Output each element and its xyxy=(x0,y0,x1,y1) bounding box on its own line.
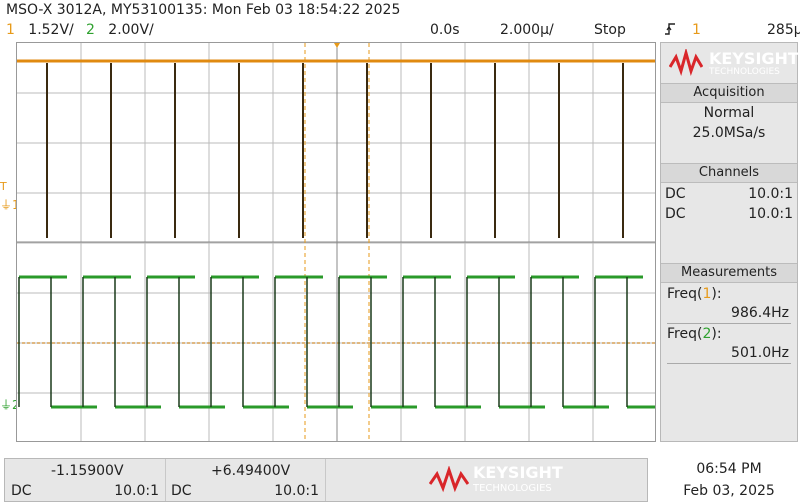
divider xyxy=(667,323,791,324)
clock: 06:54 PM Feb 03, 2025 xyxy=(660,458,798,502)
run-status[interactable]: Stop xyxy=(594,22,626,38)
ch1-number: 1 xyxy=(6,22,15,38)
bottom-brand-sub: TECHNOLOGIES xyxy=(473,483,552,494)
ch1-probe-ratio: 10.0:1 xyxy=(748,186,793,202)
measurement-label-1: Freq(1): xyxy=(667,286,722,302)
keysight-logo-icon xyxy=(668,47,704,81)
acquisition-heading[interactable]: Acquisition xyxy=(661,83,797,103)
side-panel: KEYSIGHT TECHNOLOGIES Acquisition Normal… xyxy=(660,42,799,442)
ch2-coupling-bottom: DC xyxy=(171,483,192,499)
ch2-number: 2 xyxy=(86,22,95,38)
panel-brand: KEYSIGHT xyxy=(709,49,799,68)
ch2-status-cell[interactable]: +6.49400V DC 10.0:1 xyxy=(165,459,326,501)
ch1-scale-readout[interactable]: 1 1.52V/ xyxy=(6,22,74,38)
ch1-trigger-marker: T xyxy=(0,180,7,193)
ch2-probe-ratio: 10.0:1 xyxy=(748,206,793,222)
ch2-coupling: DC xyxy=(665,206,686,222)
measurement-value-1: 986.4Hz xyxy=(731,305,789,321)
ch2-probe-bottom: 10.0:1 xyxy=(274,483,319,499)
horizontal-delay[interactable]: 0.0s xyxy=(430,22,460,38)
window-title: MSO-X 3012A, MY53100135: Mon Feb 03 18:5… xyxy=(6,2,401,18)
clock-date: Feb 03, 2025 xyxy=(683,483,775,499)
measurement-value-2: 501.0Hz xyxy=(731,345,789,361)
ch1-volts-per-div: 1.52V/ xyxy=(28,22,74,38)
panel-brand-sub: TECHNOLOGIES xyxy=(709,67,780,77)
bottom-brand: KEYSIGHT xyxy=(473,463,563,482)
ch1-coupling: DC xyxy=(665,186,686,202)
clock-time: 06:54 PM xyxy=(696,461,762,477)
ch1-offset: -1.15900V xyxy=(51,463,124,479)
trigger-level[interactable]: 285µ xyxy=(767,22,800,38)
rising-edge-icon xyxy=(664,22,676,40)
ch2-scale-readout[interactable]: 2 2.00V/ xyxy=(86,22,154,38)
ch2-volts-per-div: 2.00V/ xyxy=(108,22,154,38)
channel-status-bar: -1.15900V DC 10.0:1 +6.49400V DC 10.0:1 … xyxy=(4,458,648,502)
trigger-source[interactable]: 1 xyxy=(692,22,701,38)
acquisition-mode: Normal xyxy=(703,105,755,121)
channels-heading[interactable]: Channels xyxy=(661,163,797,183)
graticule xyxy=(17,43,655,441)
divider xyxy=(667,363,791,364)
waveform-display[interactable] xyxy=(16,42,656,442)
keysight-logo-icon xyxy=(428,465,470,498)
ch1-coupling-bottom: DC xyxy=(11,483,32,499)
measurement-label-2: Freq(2): xyxy=(667,326,722,342)
sample-rate: 25.0MSa/s xyxy=(692,125,766,141)
ch1-probe-bottom: 10.0:1 xyxy=(114,483,159,499)
ch2-offset: +6.49400V xyxy=(211,463,291,479)
measurements-heading[interactable]: Measurements xyxy=(661,263,797,283)
ch1-status-cell[interactable]: -1.15900V DC 10.0:1 xyxy=(5,459,166,501)
timebase-readout[interactable]: 2.000µ/ xyxy=(500,22,554,38)
